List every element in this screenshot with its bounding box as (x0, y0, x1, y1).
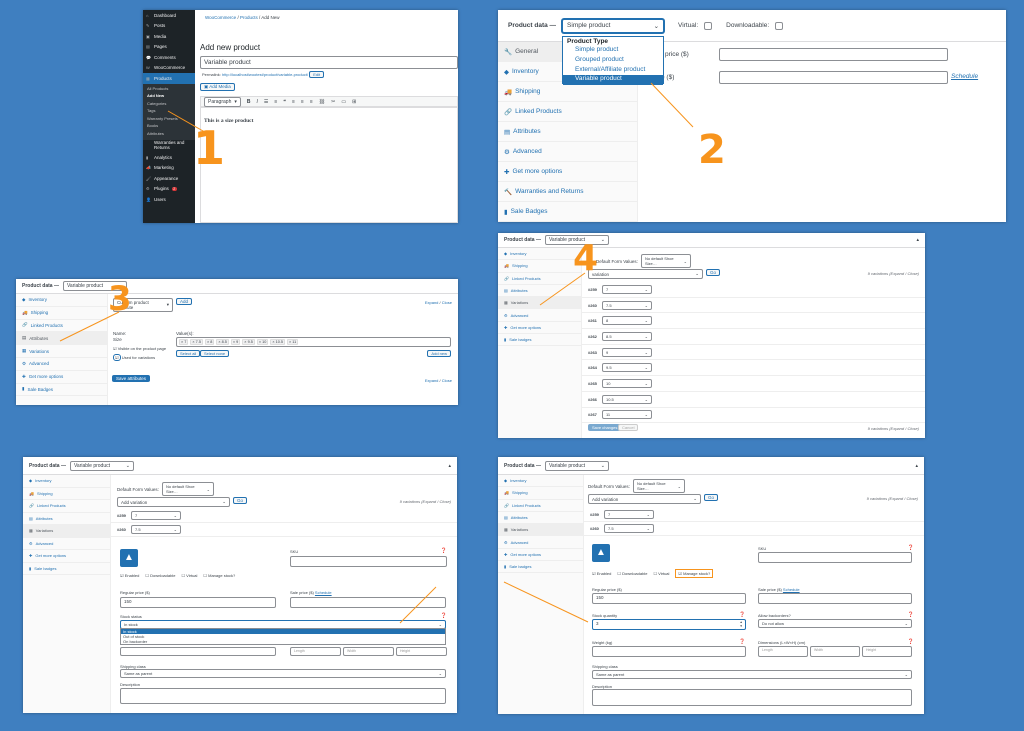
panel-variations-list: Product data — Variable product ⌄ ▴ ◆ Inve… (498, 233, 925, 438)
panel-product-type: Product data — Simple product ⌄ Virtual: … (498, 10, 1006, 222)
step-2-arrow (650, 82, 694, 128)
step-5-arrow-left (399, 586, 437, 624)
step-1-arrow (167, 110, 211, 136)
panel-add-new-product: ⌂ Dashboard ✎ Posts ▣ Media ▤ Pages 💬 Comments W Wo… (143, 10, 458, 223)
step-3-arrow (59, 311, 120, 342)
panel-attributes: Product data — Variable product ⌄ ◆ Invent… (16, 279, 458, 405)
panel-variation-stock-status: Product data — Variable product ⌄ ▴ ◆ Inve… (23, 457, 457, 713)
step-5-arrow-right (503, 581, 589, 623)
panel-variation-manage-stock: Product data — Variable product ⌄ ▴ ◆ Inve… (498, 457, 924, 714)
step-4-arrow (539, 272, 586, 306)
